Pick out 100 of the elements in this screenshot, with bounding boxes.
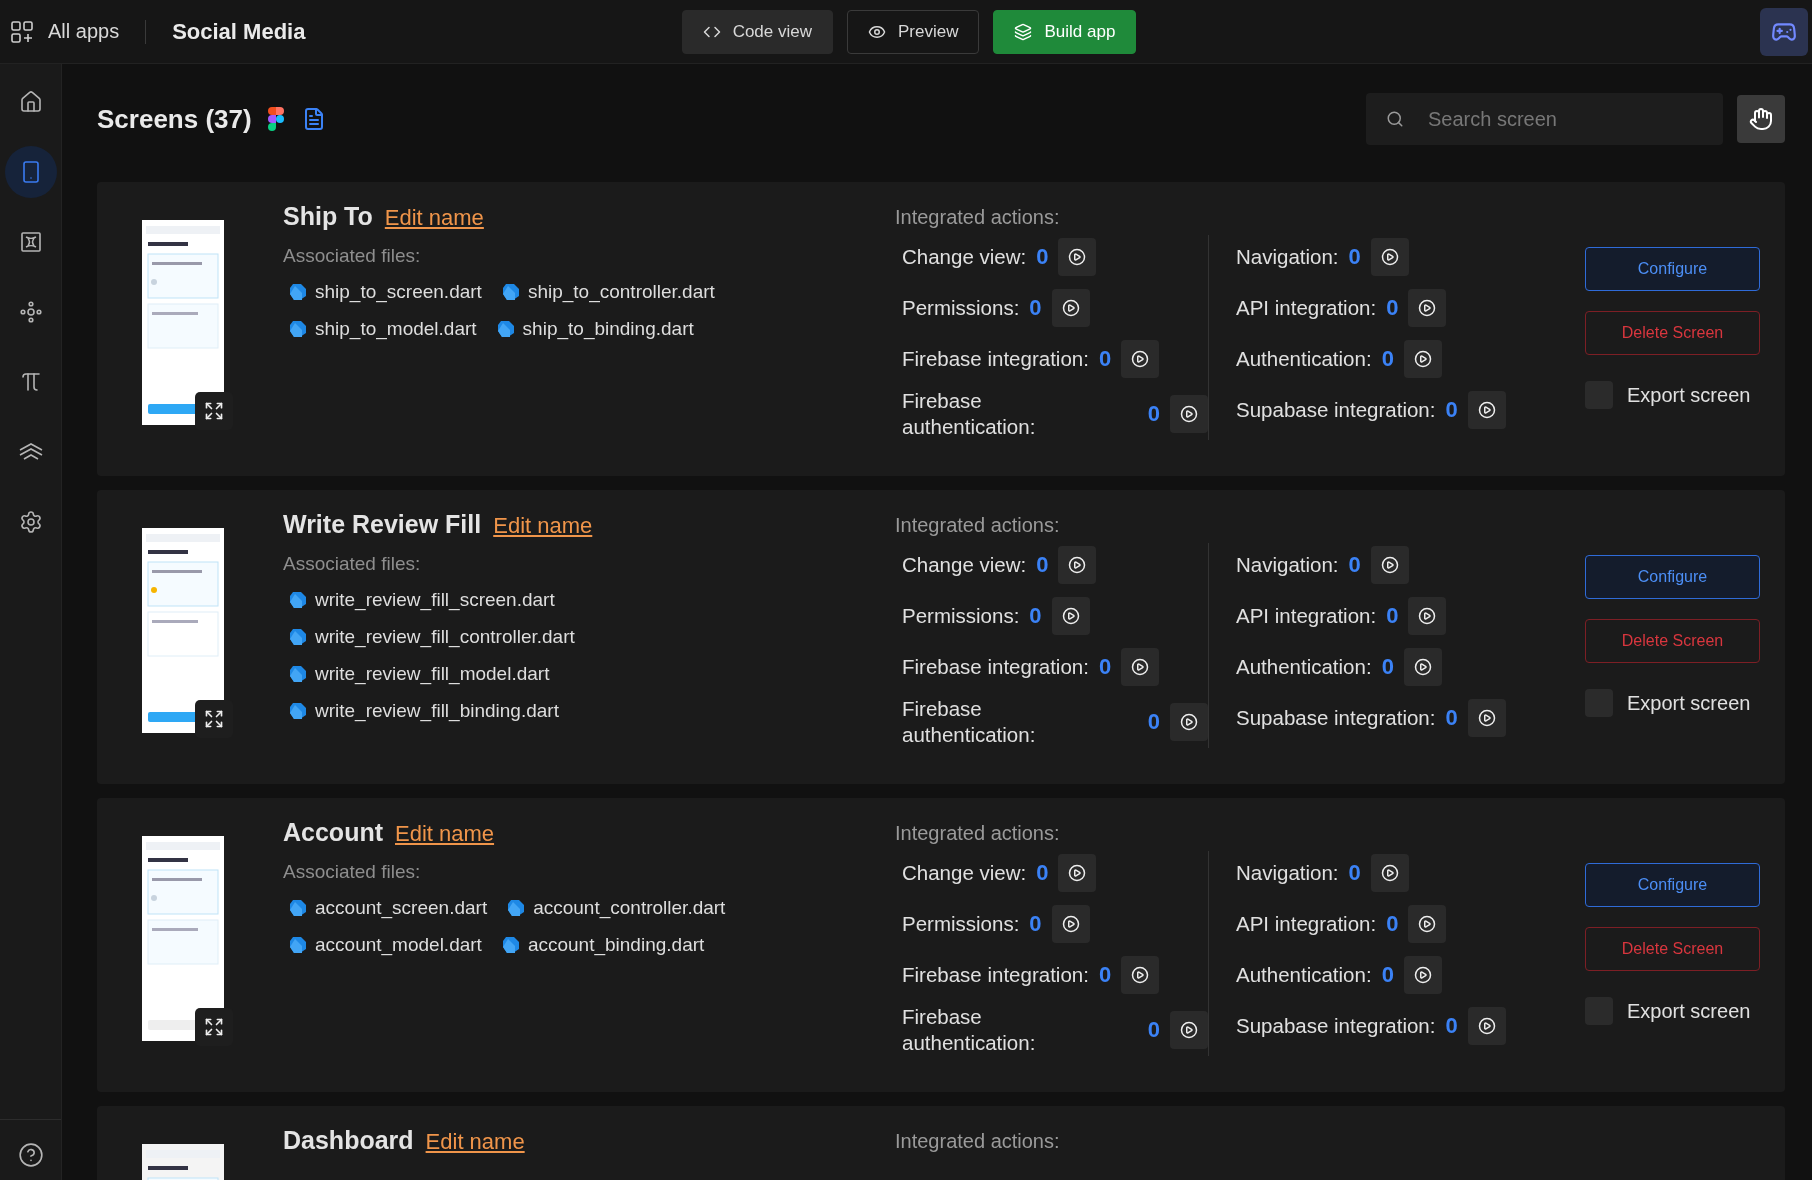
action-count: 0	[1381, 346, 1394, 372]
help-icon[interactable]	[17, 1142, 44, 1168]
code-button[interactable]: Code view	[681, 9, 833, 54]
action-label: Permissions:	[902, 911, 1020, 937]
play-button[interactable]	[1403, 340, 1442, 378]
screen-name: Account	[283, 818, 383, 847]
file-name: ship_to_binding.dart	[522, 317, 694, 340]
action-label: Change view:	[902, 244, 1027, 270]
play-button[interactable]	[1370, 546, 1409, 584]
play-icon	[1477, 401, 1496, 419]
play-icon	[1380, 556, 1399, 574]
search-field[interactable]: Search screen	[1366, 93, 1723, 145]
play-button[interactable]	[1408, 289, 1447, 327]
all-apps-link[interactable]: All apps	[48, 20, 120, 43]
files-label: Associated files:	[283, 245, 422, 267]
action-count: 0	[1445, 705, 1458, 731]
actions-label: Integrated actions:	[895, 1130, 1061, 1153]
play-icon	[1477, 1017, 1496, 1035]
play-button[interactable]	[1467, 1007, 1506, 1045]
action-label: Navigation:	[1236, 552, 1339, 578]
action-count: 0	[1381, 654, 1394, 680]
play-button[interactable]	[1170, 395, 1208, 433]
action-label: Firebase integration:	[902, 962, 1089, 988]
edit-name-link[interactable]: Edit name	[395, 821, 495, 847]
play-button[interactable]	[1121, 956, 1160, 994]
configure-button[interactable]: Configure	[1585, 247, 1760, 291]
action-count: 0	[1381, 962, 1394, 988]
action-label: Supabase integration:	[1236, 1013, 1436, 1039]
play-button[interactable]	[1051, 905, 1090, 943]
play-button[interactable]	[1370, 238, 1409, 276]
play-button[interactable]	[1121, 648, 1160, 686]
play-button[interactable]	[1467, 391, 1506, 429]
play-button[interactable]	[1121, 340, 1160, 378]
action-label: API integration:	[1236, 603, 1377, 629]
community-button[interactable]	[1760, 7, 1808, 56]
play-icon	[1418, 299, 1437, 317]
play-button[interactable]	[1051, 597, 1090, 635]
action-label: Firebase integration:	[902, 346, 1089, 372]
color-dots-icon[interactable]	[267, 107, 284, 131]
hand-button[interactable]	[1737, 95, 1785, 143]
file-name: write_review_fill_model.dart	[315, 662, 550, 685]
delete-screen-button[interactable]: Delete Screen	[1585, 619, 1760, 663]
action-count: 0	[1445, 1013, 1458, 1039]
action-count: 0	[1147, 401, 1160, 427]
action-count: 0	[1036, 860, 1049, 886]
play-button[interactable]	[1408, 905, 1447, 943]
delete-screen-button[interactable]: Delete Screen	[1585, 927, 1760, 971]
preview-button[interactable]: Preview	[847, 9, 980, 54]
play-button[interactable]	[1058, 546, 1097, 584]
file-name: account_screen.dart	[315, 896, 488, 919]
play-button[interactable]	[1370, 854, 1409, 892]
play-icon	[1477, 709, 1496, 727]
play-button[interactable]	[1170, 1011, 1208, 1049]
configure-button[interactable]: Configure	[1585, 863, 1760, 907]
action-count: 0	[1386, 911, 1399, 937]
expand-icon	[204, 1017, 224, 1037]
action-count: 0	[1147, 1017, 1160, 1043]
action-label: Change view:	[902, 552, 1027, 578]
play-button[interactable]	[1058, 238, 1097, 276]
layers-icon	[1014, 22, 1033, 41]
play-button[interactable]	[1408, 597, 1447, 635]
app-name: Social Media	[172, 18, 306, 45]
edit-name-link[interactable]: Edit name	[493, 513, 593, 539]
play-icon	[1061, 915, 1080, 933]
file-name: write_review_fill_binding.dart	[315, 699, 559, 722]
edit-name-link[interactable]: Edit name	[384, 205, 484, 231]
play-button[interactable]	[1051, 289, 1090, 327]
file-name: ship_to_screen.dart	[315, 280, 482, 303]
edit-name-link[interactable]: Edit name	[425, 1129, 525, 1155]
delete-screen-button[interactable]: Delete Screen	[1585, 311, 1760, 355]
action-count: 0	[1445, 397, 1458, 423]
apps-icon[interactable]	[10, 19, 34, 44]
play-button[interactable]	[1058, 854, 1097, 892]
play-button[interactable]	[1403, 956, 1442, 994]
action-label: Navigation:	[1236, 244, 1339, 270]
action-count: 0	[1386, 603, 1399, 629]
dart-icon	[289, 282, 307, 301]
play-icon	[1418, 607, 1437, 625]
play-button[interactable]	[1403, 648, 1442, 686]
action-count: 0	[1386, 295, 1399, 321]
configure-button[interactable]: Configure	[1585, 555, 1760, 599]
play-button[interactable]	[1170, 703, 1208, 741]
action-label: Firebase authentication:	[902, 696, 1037, 748]
export-label: Export screen	[1627, 999, 1751, 1023]
build-button[interactable]: Build app	[993, 9, 1137, 54]
play-icon	[1380, 864, 1399, 882]
action-count: 0	[1029, 911, 1042, 937]
page-title: Screens (37)	[97, 103, 252, 135]
dart-icon	[501, 935, 520, 954]
dart-icon	[496, 319, 515, 338]
action-label: API integration:	[1236, 911, 1377, 937]
dart-icon	[289, 664, 307, 683]
play-icon	[1131, 966, 1150, 984]
action-label: Permissions:	[902, 603, 1020, 629]
play-icon	[1180, 1021, 1198, 1039]
action-label: Supabase integration:	[1236, 705, 1436, 731]
play-button[interactable]	[1467, 699, 1506, 737]
play-icon	[1413, 966, 1432, 984]
dart-icon	[289, 935, 307, 954]
file-name: write_review_fill_screen.dart	[315, 588, 555, 611]
